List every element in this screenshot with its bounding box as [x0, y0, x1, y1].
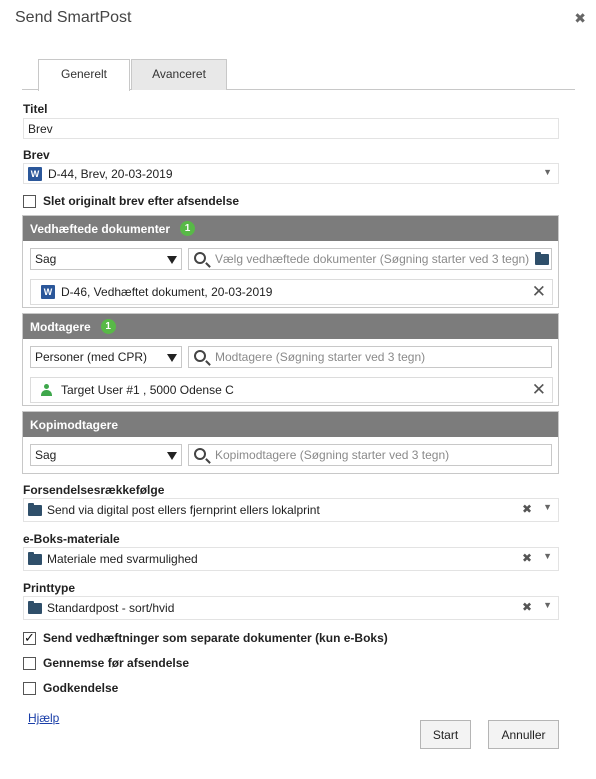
clear-icon[interactable]: ✖	[522, 600, 532, 614]
brev-value: D-44, Brev, 20-03-2019	[48, 166, 173, 181]
attachments-filter-row: Sag Vælg vedhæftede dokumenter (Søgning …	[30, 248, 553, 270]
recipients-search-input[interactable]: Modtagere (Søgning starter ved 3 tegn)	[188, 346, 552, 368]
attachments-title: Vedhæftede dokumenter	[30, 221, 171, 236]
gennemse-label: Gennemse før afsendelse	[43, 656, 190, 670]
godkendelse-label: Godkendelse	[43, 681, 119, 695]
cc-source-value: Sag	[35, 448, 57, 462]
cc-search-placeholder: Kopimodtagere (Søgning starter ved 3 teg…	[215, 448, 450, 462]
clear-icon[interactable]: ✖	[522, 502, 532, 516]
cc-title: Kopimodtagere	[30, 417, 119, 432]
titel-label: Titel	[23, 102, 48, 116]
forsendelse-select[interactable]: Send via digital post ellers fjernprint …	[23, 498, 559, 522]
person-icon	[41, 384, 52, 396]
gennemse-checkbox[interactable]	[23, 656, 36, 670]
search-icon	[194, 252, 206, 264]
attachments-header: Vedhæftede dokumenter 1	[23, 216, 558, 241]
word-icon: W	[41, 285, 55, 299]
recipients-title: Modtagere	[30, 319, 91, 334]
folder-icon	[28, 502, 42, 516]
recipient-item: Target User #1 , 5000 Odense C ✕	[30, 377, 553, 403]
recipients-section: Modtagere 1 Personer (med CPR) Modtagere…	[22, 313, 559, 406]
word-icon: W	[28, 166, 42, 181]
attachments-search-input[interactable]: Vælg vedhæftede dokumenter (Søgning star…	[188, 248, 552, 270]
caret-down-icon	[167, 452, 177, 460]
slet-original-checkbox[interactable]	[23, 194, 36, 208]
dialog-title: Send SmartPost	[15, 9, 132, 26]
cc-filter-row: Sag Kopimodtagere (Søgning starter ved 3…	[30, 444, 553, 466]
folder-icon	[28, 551, 42, 565]
recipient-item-label: Target User #1 , 5000 Odense C	[61, 383, 234, 397]
attachment-item: W D-46, Vedhæftet dokument, 20-03-2019 ✕	[30, 279, 553, 305]
start-button[interactable]: Start	[420, 720, 471, 749]
cc-section: Kopimodtagere Sag Kopimodtagere (Søgning…	[22, 411, 559, 474]
cc-search-input[interactable]: Kopimodtagere (Søgning starter ved 3 teg…	[188, 444, 552, 466]
search-icon	[194, 350, 206, 362]
attachments-search-placeholder: Vælg vedhæftede dokumenter (Søgning star…	[215, 252, 530, 266]
recipients-filter-row: Personer (med CPR) Modtagere (Søgning st…	[30, 346, 553, 368]
godkendelse-checkbox[interactable]	[23, 681, 36, 695]
attachment-item-label: D-46, Vedhæftet dokument, 20-03-2019	[61, 285, 273, 299]
cc-source-select[interactable]: Sag	[30, 444, 182, 466]
cc-header: Kopimodtagere	[23, 412, 558, 437]
forsendelse-value: Send via digital post ellers fjernprint …	[47, 503, 320, 517]
dropdown-arrow-icon[interactable]: ▼	[543, 551, 552, 561]
cancel-button[interactable]: Annuller	[488, 720, 559, 749]
eboks-value: Materiale med svarmulighed	[47, 552, 198, 566]
clear-icon[interactable]: ✖	[522, 551, 532, 565]
remove-icon[interactable]: ✕	[532, 380, 546, 400]
printtype-label: Printtype	[23, 581, 76, 595]
search-icon	[194, 448, 206, 460]
gennemse-option[interactable]: Gennemse før afsendelse	[23, 656, 189, 670]
recipients-header: Modtagere 1	[23, 314, 558, 339]
godkendelse-option[interactable]: Godkendelse	[23, 681, 118, 695]
brev-label: Brev	[23, 148, 50, 162]
separate-docs-option[interactable]: Send vedhæftninger som separate dokument…	[23, 630, 388, 646]
dropdown-arrow-icon[interactable]: ▼	[543, 502, 552, 512]
separate-docs-label: Send vedhæftninger som separate dokument…	[43, 631, 388, 645]
printtype-select[interactable]: Standardpost - sort/hvid ✖ ▼	[23, 596, 559, 620]
recipients-type-select[interactable]: Personer (med CPR)	[30, 346, 182, 368]
remove-icon[interactable]: ✕	[532, 282, 546, 302]
recipients-type-value: Personer (med CPR)	[35, 350, 148, 364]
eboks-select[interactable]: Materiale med svarmulighed ✖ ▼	[23, 547, 559, 571]
eboks-label: e-Boks-materiale	[23, 532, 120, 546]
close-icon[interactable]: ✖	[574, 10, 586, 27]
slet-original-option[interactable]: Slet originalt brev efter afsendelse	[23, 194, 239, 208]
tab-avanceret[interactable]: Avanceret	[131, 59, 227, 90]
printtype-value: Standardpost - sort/hvid	[47, 601, 175, 615]
dropdown-arrow-icon[interactable]: ▼	[543, 167, 552, 177]
caret-down-icon	[167, 256, 177, 264]
separate-docs-checkbox[interactable]	[23, 630, 36, 646]
slet-original-label: Slet originalt brev efter afsendelse	[43, 194, 240, 208]
attachments-source-value: Sag	[35, 252, 57, 266]
attachments-source-select[interactable]: Sag	[30, 248, 182, 270]
folder-icon[interactable]	[535, 252, 549, 265]
tab-generelt[interactable]: Generelt	[38, 59, 130, 91]
attachments-count-badge: 1	[180, 221, 196, 236]
tab-bar: Generelt Avanceret	[22, 59, 575, 91]
help-link[interactable]: Hjælp	[28, 711, 59, 725]
folder-icon	[28, 600, 42, 614]
recipients-search-placeholder: Modtagere (Søgning starter ved 3 tegn)	[215, 350, 426, 364]
attachments-section: Vedhæftede dokumenter 1 Sag Vælg vedhæft…	[22, 215, 559, 308]
titel-input[interactable]: Brev	[23, 118, 559, 139]
dropdown-arrow-icon[interactable]: ▼	[543, 600, 552, 610]
forsendelse-label: Forsendelsesrækkefølge	[23, 483, 165, 497]
titel-value: Brev	[28, 121, 53, 136]
caret-down-icon	[167, 354, 177, 362]
recipients-count-badge: 1	[100, 319, 116, 334]
brev-select[interactable]: W D-44, Brev, 20-03-2019 ▼	[23, 163, 559, 184]
